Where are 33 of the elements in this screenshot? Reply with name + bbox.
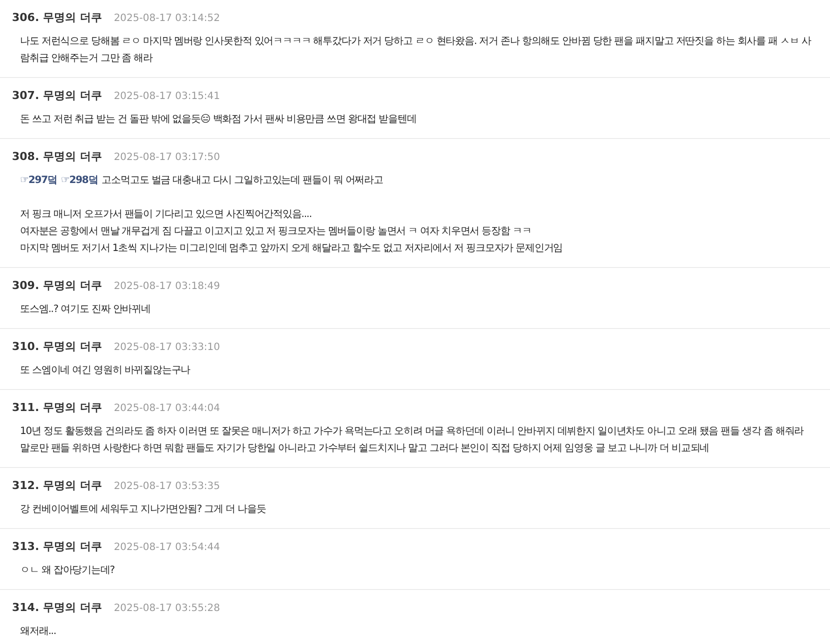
comment-text: 나도 저런식으로 당해봄 ㄹㅇ 마지막 멤버랑 인사못한적 있어ㅋㅋㅋㅋ 해투갔다가 저거 당하고 ㄹㅇ 현타왔음. 저거 존나 항의해도 안바뀜 당한 팬을 패지말고 저딴짓을 하는 회사를 패 ㅅㅂ 사람취급 안해주는거 그만 좀 해라 — [20, 35, 812, 66]
comment-link[interactable]: ☞297덬 — [20, 172, 57, 189]
comment-text: 또 스엠이네 여긴 영원히 바뀌질않는구나 — [20, 364, 190, 378]
comment-author: 312. 무명의 더쿠 — [12, 478, 102, 493]
comment-date: 2025-08-17 03:44:04 — [114, 403, 220, 414]
comment-date: 2025-08-17 03:53:35 — [114, 481, 220, 492]
comment-author: 307. 무명의 더쿠 — [12, 88, 102, 103]
comment-text: 강 컨베이어벨트에 세워두고 지나가면안됨? 그게 더 나을듯 — [20, 503, 266, 517]
comment-link[interactable]: ☞298덬 — [60, 172, 98, 189]
comment-text: 여자분은 공항에서 맨날 개무겁게 짐 다끌고 이고지고 있고 저 핑크모자는 멤버들이랑 놀면서 ㅋ 여자 치우면서 등장함 ㅋㅋ — [20, 225, 532, 239]
comment-text: 또스엠..? 여기도 진짜 안바뀌네 — [20, 303, 150, 317]
comment-text: 왜저래... — [20, 625, 56, 639]
comment-author: 310. 무명의 더쿠 — [12, 339, 102, 354]
comment-author: 313. 무명의 더쿠 — [12, 539, 102, 554]
comment-author: 311. 무명의 더쿠 — [12, 400, 102, 415]
comment-text: 10년 정도 활동했음 건의라도 좀 하자 이러면 또 잘못은 매니저가 하고 가수가 욕먹는다고 오히려 머글 욕하던데 이러니 안바뀌지 데뷔한지 일이년차도 아니고 오래 됐음 팬들 생각 좀 해줘라 — [20, 425, 804, 439]
comment-text: 저 핑크 매니저 오프가서 팬들이 기다리고 있으면 사진찍어간적있음.... — [20, 208, 312, 222]
comment-date: 2025-08-17 03:33:10 — [114, 342, 220, 353]
comment-author: 306. 무명의 더쿠 — [12, 10, 102, 25]
comment-author: 309. 무명의 더쿠 — [12, 278, 102, 293]
comment-text: ㅇㄴ 왜 잡아당기는데? — [20, 564, 114, 578]
comment-text: 고소먹고도 벌금 대충내고 다시 그일하고있는데 팬들이 뭐 어쩌라고 — [102, 174, 383, 188]
comment-text: 마지막 멤버도 저기서 1초씩 지나가는 미그리인데 멈추고 앞까지 오게 해달라고 할수도 없고 저자리에서 저 핑크모자가 문제인거임 — [20, 242, 563, 256]
comment-text: 말로만 팬들 위하면 사랑한다 하면 뭐함 팬들도 자기가 당한일 아니라고 가수부터 쉴드치지나 말고 그러다 본인이 직접 당하지 어제 임영웅 글 보고 나니까 더 비교되네 — [20, 442, 710, 456]
comment-author: 308. 무명의 더쿠 — [12, 149, 102, 164]
comment-date: 2025-08-17 03:15:41 — [114, 91, 220, 102]
comment-date: 2025-08-17 03:17:50 — [114, 152, 220, 163]
comment-date: 2025-08-17 03:18:49 — [114, 281, 220, 292]
comment-author: 314. 무명의 더쿠 — [12, 600, 102, 615]
comment-text: 돈 쓰고 저런 취급 받는 건 돌판 밖에 없을듯😑 백화점 가서 팬싸 비용만큼 쓰면 왕대접 받을텐데 — [20, 113, 416, 127]
comment-date: 2025-08-17 03:14:52 — [114, 13, 220, 24]
comment-date: 2025-08-17 03:55:28 — [114, 603, 220, 614]
comment-date: 2025-08-17 03:54:44 — [114, 542, 220, 553]
